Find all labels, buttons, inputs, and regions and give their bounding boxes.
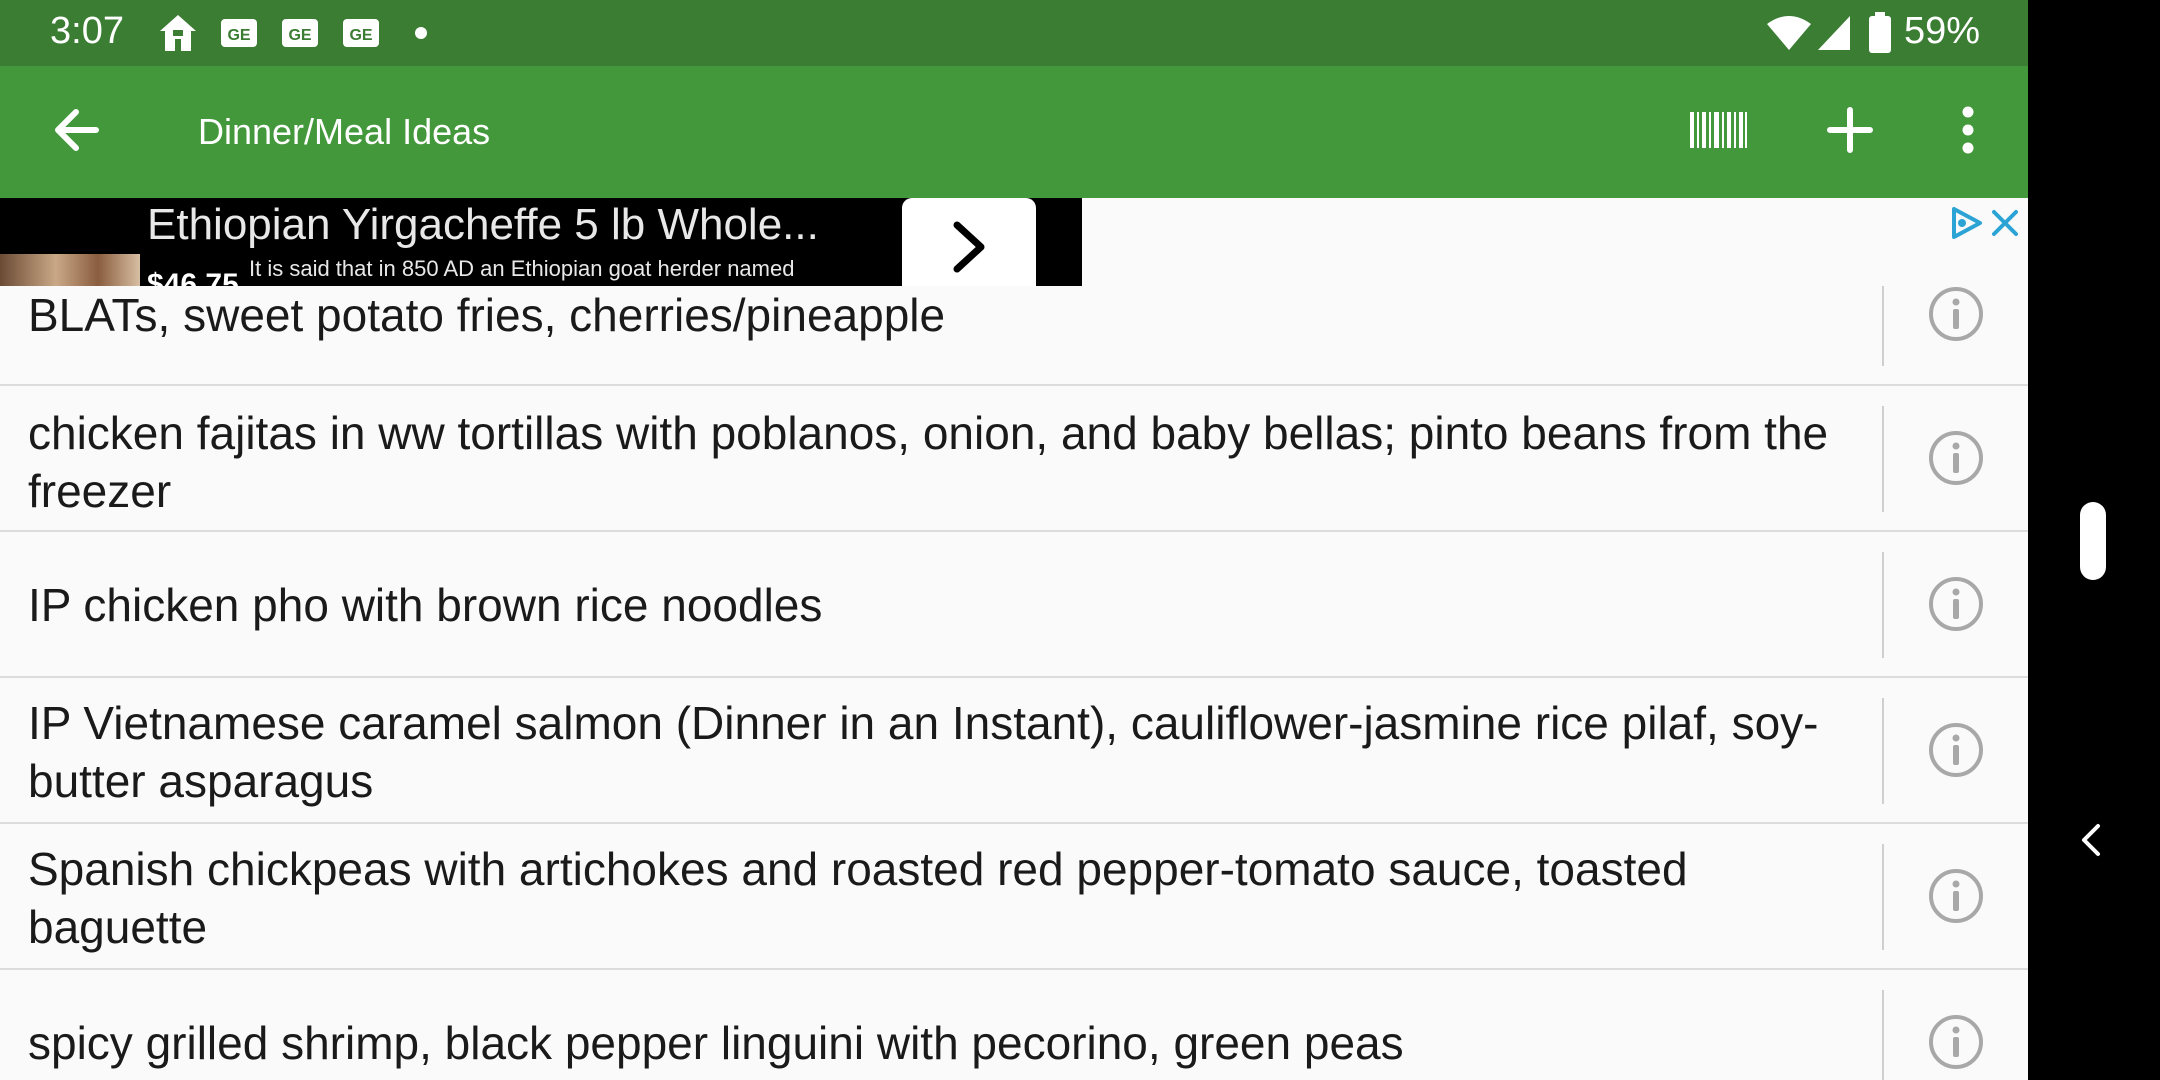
list-item[interactable]: Spanish chickpeas with artichokes and ro… [0, 824, 2028, 970]
list-item[interactable]: BLATs, sweet potato fries, cherries/pine… [0, 286, 2028, 386]
list-item-text: chicken fajitas in ww tortillas with pob… [28, 407, 1829, 517]
notification-dot-icon [414, 26, 428, 45]
gmail-icon: GE [342, 18, 380, 53]
list-item-text: BLATs, sweet potato fries, cherries/pine… [28, 289, 946, 341]
info-icon[interactable] [1928, 576, 1984, 632]
list-item[interactable]: IP chicken pho with brown rice noodles [0, 532, 2028, 678]
wifi-icon [1766, 14, 1812, 57]
add-item-button[interactable] [1820, 102, 1880, 162]
chevron-right-icon [949, 219, 989, 278]
chevron-left-icon[interactable] [2076, 820, 2106, 865]
row-divider [1882, 406, 1884, 512]
info-icon[interactable] [1928, 1014, 1984, 1070]
list-item[interactable]: chicken fajitas in ww tortillas with pob… [0, 386, 2028, 532]
gmail-icon: GE [220, 18, 258, 53]
list-item-text: IP Vietnamese caramel salmon (Dinner in … [28, 697, 1819, 807]
app-window: 3:07 GE GE GE 59% Dinner/Meal Ideas Ethi… [0, 0, 2028, 1080]
status-bar: 3:07 GE GE GE 59% [0, 0, 2028, 66]
battery-icon [1868, 12, 1892, 59]
home-icon [156, 12, 200, 59]
list-item-text: Spanish chickpeas with artichokes and ro… [28, 843, 1688, 953]
barcode-scan-button[interactable] [1688, 102, 1748, 162]
svg-text:GE: GE [288, 27, 311, 44]
row-divider [1882, 698, 1884, 804]
ad-description: It is said that in 850 AD an Ethiopian g… [249, 256, 795, 281]
ad-title: Ethiopian Yirgacheffe 5 lb Whole... [147, 200, 819, 249]
gmail-icon: GE [281, 18, 319, 53]
ad-content[interactable]: Ethiopian Yirgacheffe 5 lb Whole... $46.… [0, 198, 1082, 286]
list-item[interactable]: IP Vietnamese caramel salmon (Dinner in … [0, 678, 2028, 824]
svg-text:GE: GE [349, 27, 372, 44]
ad-price: $46.75 [147, 268, 239, 286]
signal-icon [1816, 14, 1852, 57]
list-item-text: spicy grilled shrimp, black pepper lingu… [28, 1017, 1404, 1069]
row-divider [1882, 990, 1884, 1080]
row-divider [1882, 552, 1884, 658]
ad-banner[interactable]: Ethiopian Yirgacheffe 5 lb Whole... $46.… [0, 198, 2028, 286]
info-icon[interactable] [1928, 722, 1984, 778]
row-divider [1882, 286, 1884, 366]
ad-image [0, 254, 140, 286]
close-icon[interactable] [1990, 208, 2020, 243]
row-divider [1882, 844, 1884, 950]
info-icon[interactable] [1928, 868, 1984, 924]
list-item-text: IP chicken pho with brown rice noodles [28, 579, 823, 631]
status-time: 3:07 [50, 10, 124, 52]
ad-open-button[interactable] [902, 198, 1036, 286]
more-vert-icon [1960, 106, 1976, 159]
app-bar: Dinner/Meal Ideas [0, 66, 2028, 198]
battery-percentage: 59% [1904, 10, 1981, 52]
info-icon[interactable] [1928, 430, 1984, 486]
navigation-bar [2028, 0, 2160, 1080]
info-icon[interactable] [1928, 286, 1984, 342]
plus-icon [1827, 106, 1873, 158]
list-item[interactable]: spicy grilled shrimp, black pepper lingu… [0, 970, 2028, 1080]
page-title: Dinner/Meal Ideas [198, 111, 491, 152]
adchoices-icon[interactable] [1948, 206, 1984, 245]
barcode-icon [1689, 110, 1747, 155]
svg-text:GE: GE [227, 27, 250, 44]
arrow-back-icon [50, 104, 102, 161]
back-button[interactable] [46, 102, 106, 162]
meal-list: BLATs, sweet potato fries, cherries/pine… [0, 286, 2028, 1080]
home-handle[interactable] [2080, 502, 2106, 580]
overflow-menu-button[interactable] [1938, 102, 1998, 162]
